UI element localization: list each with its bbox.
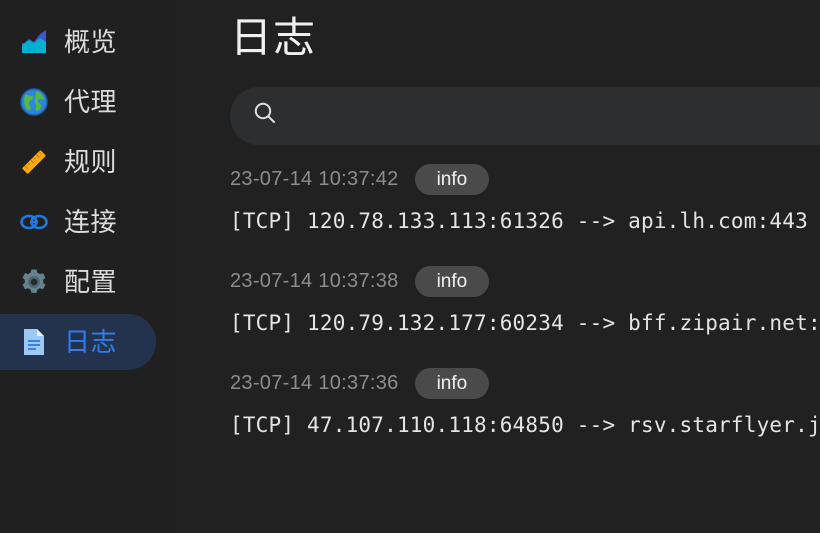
sidebar-item-label: 规则 <box>64 147 118 177</box>
sidebar-item-rules[interactable]: 规则 <box>0 134 156 190</box>
log-list: 23-07-14 10:37:42 info [TCP] 120.78.133.… <box>230 163 820 437</box>
log-level-badge: info <box>414 368 490 399</box>
sidebar-item-overview[interactable]: 概览 <box>0 14 156 70</box>
gear-icon <box>18 266 50 298</box>
area-chart-icon <box>18 26 50 58</box>
ruler-icon <box>18 146 50 178</box>
sidebar-item-logs[interactable]: 日志 <box>0 314 156 370</box>
log-timestamp: 23-07-14 10:37:36 <box>230 372 399 394</box>
log-timestamp: 23-07-14 10:37:42 <box>230 168 399 190</box>
sidebar-item-label: 配置 <box>64 267 118 297</box>
log-entry-meta: 23-07-14 10:37:42 info <box>230 163 820 197</box>
log-timestamp: 23-07-14 10:37:38 <box>230 270 399 292</box>
page-title: 日志 <box>230 14 317 61</box>
sidebar-item-label: 日志 <box>64 327 118 357</box>
log-entry-meta: 23-07-14 10:37:36 info <box>230 367 820 401</box>
log-level-badge: info <box>414 266 490 297</box>
search-bar[interactable] <box>230 86 820 145</box>
sidebar-item-connections[interactable]: 连接 <box>0 194 156 250</box>
sidebar-item-config[interactable]: 配置 <box>0 254 156 310</box>
sidebar-item-label: 代理 <box>64 87 118 117</box>
search-input[interactable] <box>292 104 820 127</box>
document-icon <box>18 326 50 358</box>
links-icon <box>18 206 50 238</box>
log-level-badge: info <box>414 164 490 195</box>
log-entry[interactable]: 23-07-14 10:37:36 info [TCP] 47.107.110.… <box>230 367 820 437</box>
search-icon <box>252 100 278 131</box>
sidebar-item-label: 连接 <box>64 207 118 237</box>
app-window: 概览 代理 规则 连接 配置 日志 日志 23-07-14 10:37:42 i… <box>0 0 820 533</box>
sidebar: 概览 代理 规则 连接 配置 日志 <box>0 0 175 533</box>
sidebar-item-label: 概览 <box>64 27 118 57</box>
main-content: 日志 23-07-14 10:37:42 info [TCP] 120.78.1… <box>175 0 820 533</box>
sidebar-item-proxies[interactable]: 代理 <box>0 74 156 130</box>
log-message: [TCP] 120.78.133.113:61326 --> api.lh.co… <box>230 208 808 233</box>
log-entry-meta: 23-07-14 10:37:38 info <box>230 265 820 299</box>
log-message: [TCP] 47.107.110.118:64850 --> rsv.starf… <box>230 412 820 437</box>
log-entry[interactable]: 23-07-14 10:37:38 info [TCP] 120.79.132.… <box>230 265 820 335</box>
log-message: [TCP] 120.79.132.177:60234 --> bff.zipai… <box>230 310 820 335</box>
globe-icon <box>18 86 50 118</box>
log-entry[interactable]: 23-07-14 10:37:42 info [TCP] 120.78.133.… <box>230 163 820 233</box>
